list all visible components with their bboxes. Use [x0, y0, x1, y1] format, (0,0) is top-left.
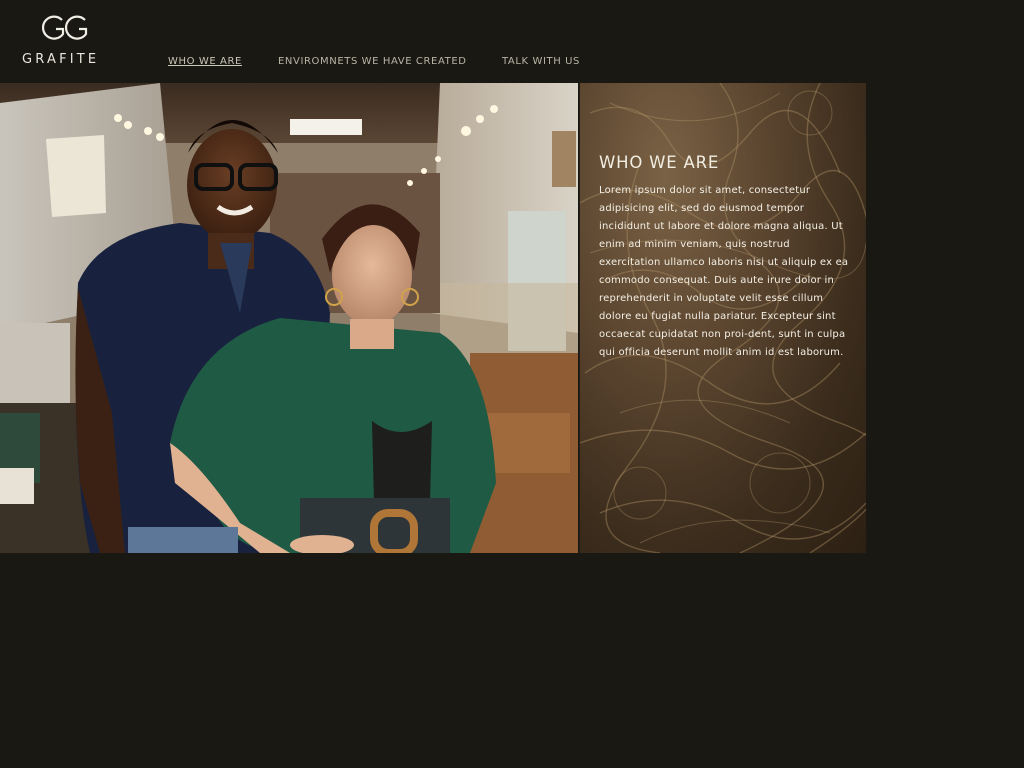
gg-monogram-icon [42, 15, 88, 40]
nav-talk-with-us[interactable]: TALK WITH US [502, 56, 580, 67]
logo[interactable]: GRAFITE [22, 12, 108, 70]
nav-environments[interactable]: ENVIROMNETS WE HAVE CREATED [278, 56, 467, 67]
section-body: Lorem ipsum dolor sit amet, consectetur … [599, 185, 849, 358]
section-title: WHO WE ARE [599, 153, 720, 172]
panel-content: WHO WE ARE Lorem ipsum dolor sit amet, c… [599, 153, 849, 362]
page: GRAFITE WHO WE ARE ENVIROMNETS WE HAVE C… [0, 0, 1024, 768]
brand-name: GRAFITE [22, 52, 100, 67]
team-photo [0, 83, 578, 553]
nav-who-we-are[interactable]: WHO WE ARE [168, 56, 242, 67]
who-we-are-panel: WHO WE ARE Lorem ipsum dolor sit amet, c… [579, 83, 866, 553]
